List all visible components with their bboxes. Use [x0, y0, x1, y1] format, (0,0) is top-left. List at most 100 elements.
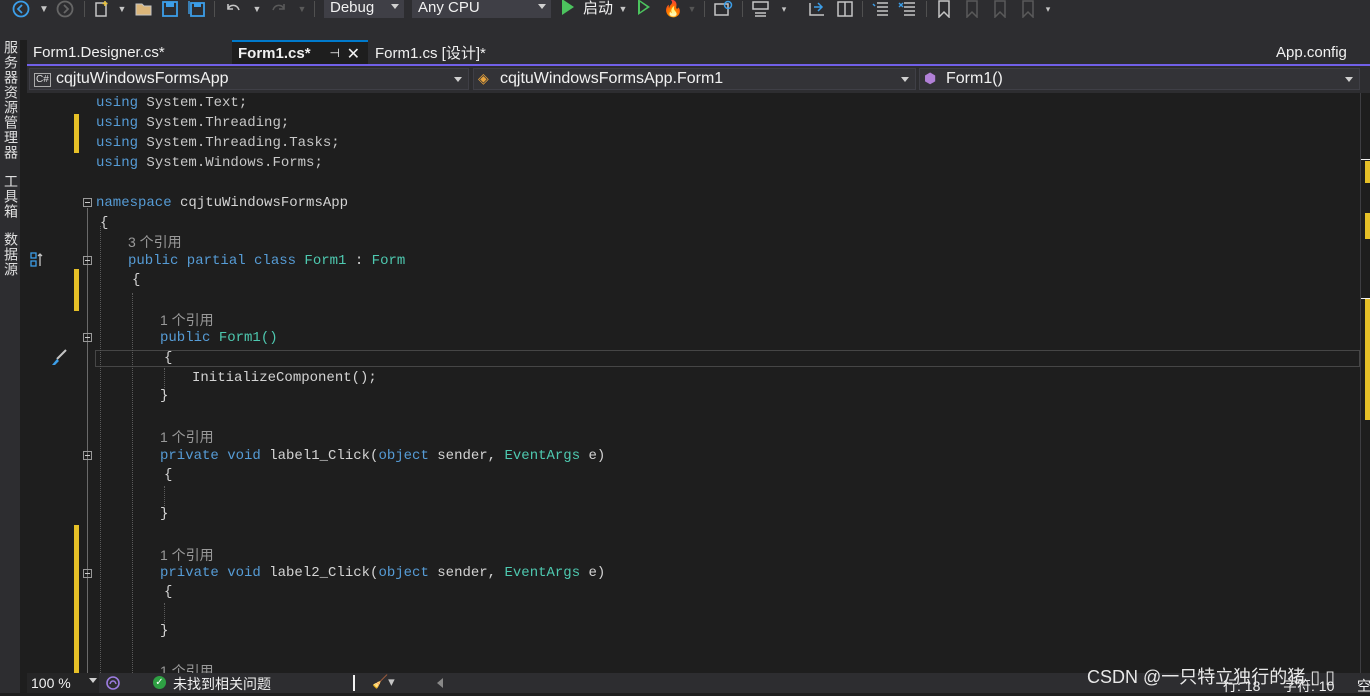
layout-icon[interactable]	[750, 0, 772, 18]
next-bookmark-icon[interactable]	[990, 0, 1010, 18]
scrollbar-thumb[interactable]	[1361, 159, 1370, 299]
server-explorer-tab[interactable]: 服务器资源管理器	[0, 40, 20, 160]
code-line: using System.Windows.Forms;	[96, 155, 323, 171]
new-project-icon[interactable]	[92, 0, 112, 18]
redo-icon[interactable]	[268, 0, 290, 18]
zoom-value: 100 %	[31, 675, 71, 691]
bookmark-icon[interactable]	[934, 0, 954, 18]
codelens-references[interactable]: 1 个引用	[160, 428, 214, 446]
code-line: using System.Text;	[96, 95, 248, 111]
scroll-left-icon[interactable]	[437, 678, 443, 688]
tab-app-config[interactable]: App.config	[1270, 40, 1370, 65]
collapse-icon[interactable]	[83, 198, 92, 207]
collapse-icon[interactable]	[83, 569, 92, 578]
issues-status[interactable]: 未找到相关问题	[173, 674, 271, 694]
start-button-label[interactable]: 启动	[583, 0, 613, 18]
code-line: private void label2_Click(object sender,…	[160, 565, 606, 581]
chevron-down-icon	[1345, 77, 1353, 82]
class-dropdown[interactable]: ◈ cqjtuWindowsFormsApp.Form1	[473, 68, 916, 90]
collapse-icon[interactable]	[83, 451, 92, 460]
navigation-bar: C# cqjtuWindowsFormsApp ◈ cqjtuWindowsFo…	[27, 66, 1370, 93]
new-dropdown-icon[interactable]: ▼	[117, 0, 127, 18]
code-line: {	[164, 467, 173, 483]
scrollbar-change-marker	[1365, 298, 1370, 420]
back-icon[interactable]	[10, 0, 32, 18]
code-line: {	[132, 272, 141, 288]
save-icon[interactable]	[160, 0, 180, 18]
tab-label: App.config	[1276, 44, 1347, 61]
tab-label: Form1.cs [设计]*	[375, 45, 486, 62]
whitespace-mode[interactable]: 空	[1357, 676, 1370, 696]
code-line: {	[100, 215, 109, 231]
toolbar-options-icon[interactable]: ▾	[1042, 0, 1054, 18]
undo-icon[interactable]	[222, 0, 244, 18]
comment-icon[interactable]	[870, 0, 892, 18]
start-icon[interactable]	[562, 0, 574, 15]
platform-value: Any CPU	[418, 0, 480, 16]
no-issues-icon: ✓	[153, 676, 166, 689]
tab-label: Form1.Designer.cs*	[33, 44, 165, 61]
project-dropdown[interactable]: C# cqjtuWindowsFormsApp	[29, 68, 469, 90]
codelens-references[interactable]: 1 个引用	[160, 546, 214, 564]
toolbox-tab[interactable]: 工具箱	[0, 174, 20, 219]
split-icon[interactable]	[834, 0, 856, 18]
prev-bookmark-icon[interactable]	[962, 0, 982, 18]
platform-select[interactable]: Any CPU	[412, 0, 551, 18]
code-line: public Form1()	[160, 330, 278, 346]
toolbar-separator	[926, 1, 927, 17]
forward-icon[interactable]	[54, 0, 76, 18]
redo-dropdown-icon[interactable]: ▼	[297, 0, 307, 18]
close-icon[interactable]: ✕	[347, 44, 360, 64]
change-marker	[74, 269, 79, 311]
undo-dropdown-icon[interactable]: ▼	[252, 0, 262, 18]
dropdown-icon[interactable]: ▼	[38, 0, 50, 18]
chevron-down-icon	[901, 77, 909, 82]
indent-guide	[100, 226, 101, 673]
code-line: }	[160, 388, 169, 404]
tab-form1-cs[interactable]: Form1.cs* ⊣ ✕	[232, 40, 368, 65]
code-line: using System.Threading;	[96, 115, 290, 131]
code-text: using System.Text; using System.Threadin…	[27, 93, 605, 673]
fold-line	[87, 208, 88, 673]
member-dropdown[interactable]: ⬢ Form1()	[919, 68, 1360, 90]
hot-reload-icon[interactable]: 🔥	[662, 0, 684, 18]
codelens-references[interactable]: 1 个引用	[160, 311, 214, 329]
step-icon[interactable]	[806, 0, 828, 18]
vertical-scrollbar[interactable]	[1360, 93, 1370, 673]
code-editor[interactable]: using System.Text; using System.Threadin…	[27, 93, 1360, 673]
chevron-down-icon	[454, 77, 462, 82]
save-all-icon[interactable]	[187, 0, 207, 18]
project-name: cqjtuWindowsFormsApp	[56, 70, 229, 87]
open-icon[interactable]	[133, 0, 155, 18]
tab-form1-designer[interactable]: Form1.Designer.cs*	[27, 40, 231, 65]
data-sources-tab[interactable]: 数据源	[0, 232, 20, 277]
code-line: namespace cqjtuWindowsFormsApp	[96, 195, 349, 211]
document-tabs: Form1.Designer.cs* Form1.cs* ⊣ ✕ Form1.c…	[27, 40, 1370, 65]
start-without-debug-icon[interactable]	[638, 0, 650, 15]
toolbar-separator	[84, 1, 85, 17]
codelens-references[interactable]: 1 个引用	[160, 662, 214, 673]
tab-form1-design[interactable]: Form1.cs [设计]*	[369, 40, 547, 65]
code-line: public partial class Form1 : Form	[128, 253, 406, 269]
collapse-icon[interactable]	[83, 333, 92, 342]
collapse-icon[interactable]	[83, 256, 92, 265]
copilot-icon[interactable]	[105, 675, 121, 691]
code-cleanup-icon[interactable]: 🧹▾	[372, 674, 395, 690]
toolbar-separator	[214, 1, 215, 17]
main-toolbar: ▼ ▼ ▼ ▼ Debug Any CPU 启动 ▼ 🔥 ▼ ▾ ▾	[0, 0, 1370, 40]
code-line: using System.Threading.Tasks;	[96, 135, 340, 151]
clear-bookmarks-icon[interactable]	[1018, 0, 1038, 18]
browser-link-icon[interactable]	[712, 0, 734, 18]
zoom-select[interactable]: 100 %	[27, 673, 99, 693]
uncomment-icon[interactable]	[897, 0, 919, 18]
start-dropdown-icon[interactable]: ▼	[618, 0, 628, 18]
toolbar-separator	[742, 1, 743, 17]
configuration-select[interactable]: Debug	[324, 0, 404, 18]
hot-reload-dropdown-icon[interactable]: ▼	[687, 0, 697, 18]
code-line: {	[164, 584, 173, 600]
code-line: {	[164, 350, 173, 366]
overflow-icon[interactable]: ▾	[778, 0, 790, 18]
toolbar-separator	[862, 1, 863, 17]
codelens-references[interactable]: 3 个引用	[128, 233, 182, 251]
pin-icon[interactable]: ⊣	[330, 46, 340, 60]
